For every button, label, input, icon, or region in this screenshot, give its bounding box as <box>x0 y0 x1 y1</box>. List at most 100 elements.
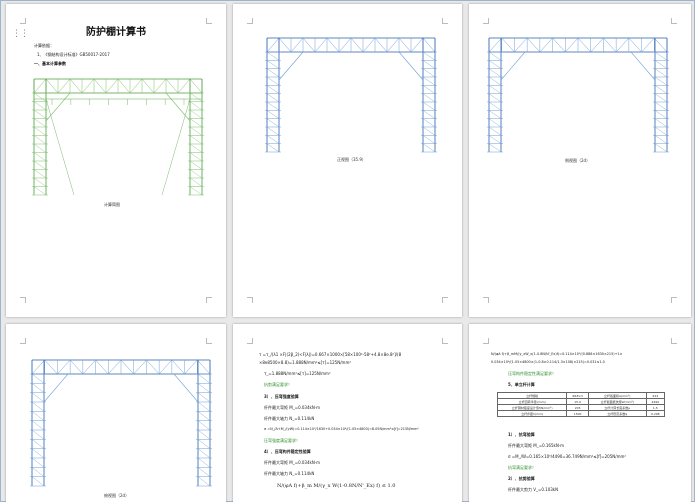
post-right-brace <box>189 169 203 179</box>
crop-mark-tl <box>20 18 26 24</box>
post-right-brace <box>197 392 211 403</box>
heading-shear-check: 2）、抗剪验算 <box>508 476 535 481</box>
max-shear: 杆件最大剪力 V_=0.103kN <box>508 487 559 492</box>
post-left-brace <box>31 420 45 431</box>
truss-diagonal <box>146 359 160 375</box>
truss-diagonal <box>350 37 364 53</box>
front-view-svg <box>265 37 437 153</box>
truss-diagonal <box>603 37 617 53</box>
post-right-brace <box>654 118 668 128</box>
basis-label: 计算依据： <box>34 43 54 48</box>
truss-diagonal <box>95 359 109 375</box>
post-left-brace <box>266 76 280 86</box>
post-left-brace <box>33 135 47 145</box>
bending-check-ok: 压弯强度满足要求！ <box>264 438 300 443</box>
truss-diagonal <box>302 37 316 53</box>
figure-caption: 正视图（35.9） <box>337 157 366 162</box>
max-moment-2: 杆件最大弯矩 M_=0.034kN·m <box>264 460 321 465</box>
figure-caption: 计算简图 <box>104 202 120 207</box>
post-right-brace <box>189 186 203 196</box>
knee-brace-right <box>398 51 424 81</box>
post-right-brace <box>422 110 436 119</box>
heading-bending-check: 1）、抗弯验算 <box>508 432 535 437</box>
post-left-brace <box>488 68 502 78</box>
max-moment: 杆件最大弯矩 M_=0.165kN·m <box>508 443 565 448</box>
knee-brace-right <box>165 92 191 122</box>
table-row: 立杆步距h(mm) 1500 立杆稳定系数φ 0.298 <box>496 410 666 417</box>
post-left-brace <box>31 448 45 459</box>
page-1[interactable]: ⋮⋮ 防护棚计算书 计算依据： 1、《钢结构设计标准》GB50017-2017 … <box>6 4 226 317</box>
long-brace-left <box>45 98 75 196</box>
post-right-brace <box>197 429 211 440</box>
front-view-drawing <box>261 28 441 156</box>
post-left-brace <box>488 93 502 103</box>
crop-mark-tl <box>20 338 26 344</box>
page-4[interactable]: 俯视图（2d） <box>6 324 226 502</box>
parameter-table: 立杆规格 Φ48×3 立杆截面积A(mm²) 424 立杆回转半径i(mm) 15.9 立杆… <box>496 392 666 417</box>
post-left-brace <box>31 373 45 384</box>
post-left-brace <box>266 110 280 119</box>
post-left-brace <box>488 110 502 119</box>
crop-mark-br <box>206 297 212 303</box>
page-2[interactable]: 正视图（35.9） <box>233 4 462 317</box>
post-left-brace <box>33 101 47 111</box>
post-left-brace <box>33 143 47 153</box>
crop-mark-bl <box>483 297 489 303</box>
crop-mark-tl <box>247 338 253 344</box>
post-right-brace <box>197 476 211 487</box>
truss-diagonal <box>266 37 280 53</box>
post-right-brace <box>189 101 203 111</box>
truss-diagonal <box>133 359 147 375</box>
post-right-brace <box>422 85 436 94</box>
truss-diagonal <box>565 37 579 53</box>
post-left-brace <box>33 152 47 162</box>
post-right-brace <box>654 126 668 136</box>
crop-mark-bl <box>247 297 253 303</box>
post-right-brace <box>197 439 211 449</box>
knee-brace-left <box>500 51 526 81</box>
post-left-brace <box>488 135 502 144</box>
truss-diagonal <box>488 37 502 53</box>
knee-brace-left <box>43 373 69 403</box>
truss-diagonal <box>105 78 119 94</box>
drag-handle-icon[interactable]: ⋮⋮ <box>12 30 29 40</box>
truss-diagonal <box>189 78 203 94</box>
crop-mark-tr <box>206 338 212 344</box>
page-6[interactable]: N/(φA f)+β_mM/(γ_xW_x(1-0.8N/N'_Ex)f)=0.… <box>469 324 691 502</box>
post-left-brace <box>33 109 47 119</box>
post-left-brace <box>33 177 47 187</box>
stability-check-ok: 压弯构件稳定性满足要求！ <box>508 371 556 376</box>
post-right-brace <box>654 143 668 153</box>
truss-diagonal <box>615 37 630 53</box>
truss-diagonal <box>69 359 84 375</box>
truss-diagonal <box>184 359 198 375</box>
post-right-brace <box>197 383 211 393</box>
post-right-brace <box>189 152 203 162</box>
top-view-svg <box>30 359 212 487</box>
truss-diagonal <box>577 37 591 53</box>
side-view-drawing <box>483 28 673 156</box>
post-right-brace <box>422 60 436 69</box>
truss-diagonal <box>57 78 71 94</box>
heading-stability: 4）、压弯构件稳定性验算 <box>264 449 311 454</box>
bending-check-ok: 抗弯满足要求！ <box>508 465 536 470</box>
max-axial-force-2: 杆件最大轴力 N_=0.114kN <box>264 471 315 476</box>
truss-frame-svg <box>32 78 204 196</box>
post-right-brace <box>654 135 668 144</box>
post-left-brace <box>31 392 45 403</box>
page-5[interactable]: τ =τ_/(λ1 ×F|(2β_2)<F|λ|)=0.667×1000×[58… <box>233 324 462 502</box>
post-right-brace <box>197 373 211 384</box>
crop-mark-bl <box>20 297 26 303</box>
shear-result: τ_=1.888N/mm²≤[τ]=125N/mm² <box>264 371 331 376</box>
post-left-brace <box>33 92 47 102</box>
truss-diagonal <box>654 37 668 53</box>
post-right-brace <box>197 420 211 431</box>
long-brace-right <box>161 98 191 196</box>
post-right-brace <box>189 160 203 170</box>
post-right-brace <box>654 101 668 111</box>
truss-diagonal <box>44 359 58 375</box>
crop-mark-tr <box>206 18 212 24</box>
truss-diagonal <box>177 78 191 94</box>
truss-diagonal <box>158 359 173 375</box>
page-3[interactable]: 侧视图（2d） <box>469 4 691 317</box>
